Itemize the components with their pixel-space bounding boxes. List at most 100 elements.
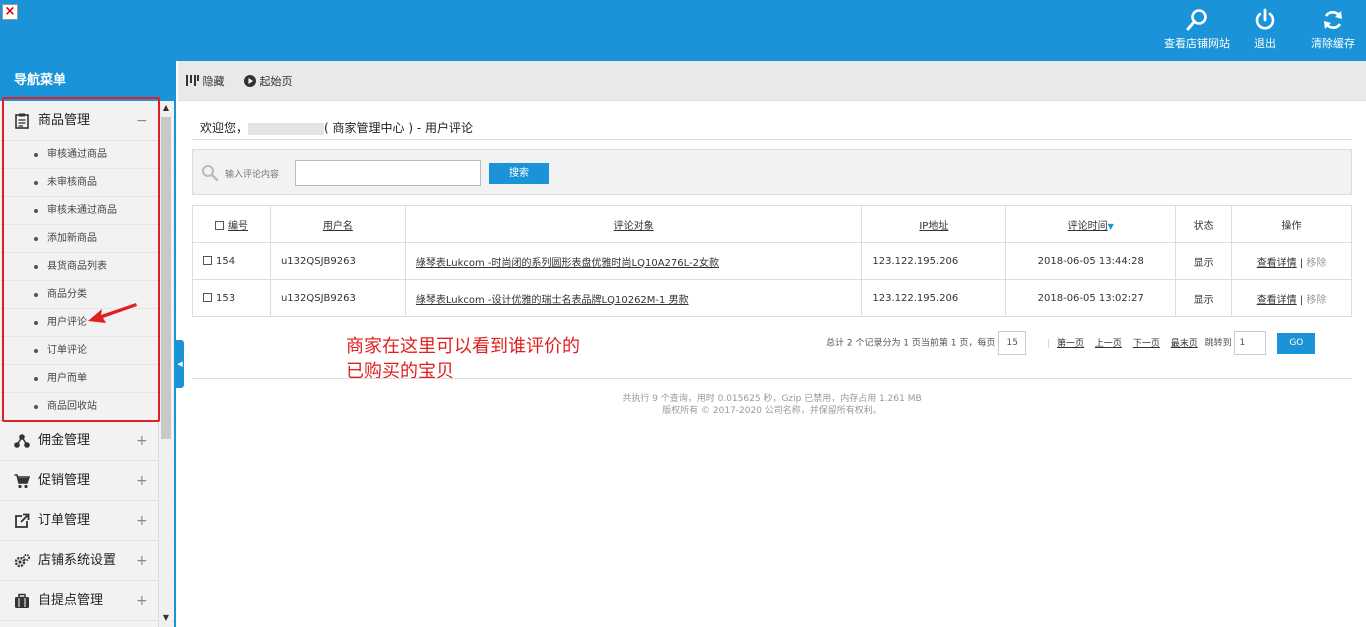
sidebar-group-store-settings[interactable]: 店铺系统设置 + (0, 541, 174, 581)
column-username[interactable]: 用户名 (269, 205, 406, 243)
table-row: 153 u132QSJB9263 綠琴表Lukcom -设计优雅的瑞士名表品牌L… (192, 279, 1352, 317)
expand-toggle[interactable]: + (136, 501, 148, 541)
search-bar: 输入评论内容 搜索 (192, 149, 1352, 195)
expand-toggle[interactable]: + (136, 461, 148, 501)
sidebar-group-orders[interactable]: 订单管理 + (0, 501, 174, 541)
page-jump-input[interactable]: 1 (1234, 331, 1267, 355)
red-arrow-icon (88, 303, 137, 323)
sidebar-group-promotion[interactable]: 促销管理 + (0, 461, 174, 501)
next-page-link[interactable]: 下一页 (1133, 339, 1160, 349)
scroll-up-icon[interactable]: ▲ (161, 103, 171, 115)
sort-desc-icon: ▼ (1107, 221, 1114, 231)
home-page-label: 起始页 (259, 75, 293, 88)
row-time: 2018-06-05 13:02:27 (1005, 279, 1177, 317)
hide-menu-label: 隐藏 (202, 75, 225, 88)
sidebar-item-recycle-bin[interactable]: 商品回收站 (0, 393, 174, 421)
row-username: u132QSJB9263 (269, 242, 406, 280)
row-status: 显示 (1175, 242, 1233, 280)
gears-icon (14, 554, 30, 568)
sidebar-item-unreviewed-goods[interactable]: 未审核商品 (0, 169, 174, 197)
expand-toggle[interactable]: + (136, 421, 148, 461)
footer-stats: 共执行 9 个查询，用时 0.015625 秒，Gzip 已禁用，内存占用 1.… (622, 394, 922, 404)
column-time[interactable]: 评论时间▼ (1005, 205, 1177, 243)
home-page-button[interactable]: 起始页 (244, 73, 293, 89)
row-ip: 123.122.195.206 (861, 242, 1007, 280)
row-target-link[interactable]: 綠琴表Lukcom -设计优雅的瑞士名表品牌LQ10262M-1 男款 (416, 295, 689, 306)
search-icon (202, 165, 219, 182)
scroll-down-icon[interactable]: ▼ (161, 613, 171, 625)
top-header: × 查看店铺网站 退出 清除缓存 (0, 0, 1366, 61)
clipboard-icon (15, 113, 29, 129)
sidebar-group-commission[interactable]: 佣金管理 + (0, 421, 174, 461)
row-target-link[interactable]: 綠琴表Lukcom -时尚闭的系列圆形表盘优雅时尚LQ10A276L-2女款 (416, 258, 719, 269)
column-id[interactable]: 编号 (192, 205, 271, 243)
sidebar-group-goods[interactable]: 商品管理 − (0, 101, 174, 141)
power-icon (1255, 8, 1275, 30)
sidebar-group-label: 商品管理 (38, 113, 91, 128)
search-button[interactable]: 搜索 (489, 163, 549, 184)
go-button[interactable]: GO (1277, 332, 1316, 354)
remove-link[interactable]: 移除 (1306, 258, 1326, 269)
sidebar-item-goods-category[interactable]: 商品分类 (0, 281, 174, 309)
pagination: 总计 2 个记录分为 1 页当前第 1 页，每页 15 | 第一页 上一页 下一… (826, 331, 1316, 355)
broken-image-icon: × (2, 4, 18, 20)
column-ip[interactable]: IP地址 (861, 205, 1007, 243)
row-id: 154 (216, 255, 236, 267)
jump-label: 跳转到 (1204, 338, 1232, 349)
view-store-button[interactable]: 查看店铺网站 (1162, 8, 1232, 51)
row-id: 153 (216, 292, 236, 304)
column-actions: 操作 (1231, 205, 1352, 243)
sidebar-scrollbar[interactable]: ▲ ▼ (158, 101, 172, 627)
expand-toggle[interactable]: + (136, 541, 148, 581)
share-icon (14, 434, 30, 448)
sidebar-item-user-list[interactable]: 用户而单 (0, 365, 174, 393)
divider (192, 139, 1352, 140)
row-username: u132QSJB9263 (269, 279, 406, 317)
sidebar-item-rejected-goods[interactable]: 审核未通过商品 (0, 197, 174, 225)
clear-cache-button[interactable]: 清除缓存 (1298, 8, 1366, 51)
last-page-link[interactable]: 最末页 (1171, 339, 1198, 349)
row-status: 显示 (1175, 279, 1233, 317)
column-status: 状态 (1175, 205, 1233, 243)
view-store-label: 查看店铺网站 (1164, 37, 1230, 50)
toolbar: 隐藏 起始页 (178, 61, 1366, 101)
scrollbar-thumb[interactable] (161, 117, 171, 439)
table-header-row: 编号 用户名 评论对象 IP地址 评论时间▼ 状态 操作 (192, 205, 1352, 243)
select-all-checkbox[interactable] (214, 221, 224, 230)
search-icon (1186, 9, 1207, 31)
hide-menu-button[interactable]: 隐藏 (186, 73, 225, 89)
footer-copyright: 版权所有 © 2017-2020 公司名称，并保留所有权利。 (662, 406, 882, 416)
view-details-link[interactable]: 查看详情 (1257, 295, 1297, 306)
first-page-link[interactable]: 第一页 (1057, 339, 1084, 349)
comment-search-input[interactable] (295, 160, 481, 186)
sidebar-item-approved-goods[interactable]: 审核通过商品 (0, 141, 174, 169)
sidebar-item-stock-goods[interactable]: 县货商品列表 (0, 253, 174, 281)
row-checkbox[interactable] (203, 256, 212, 265)
sidebar-group-label: 自提点管理 (38, 593, 104, 608)
row-checkbox[interactable] (203, 293, 212, 302)
sidebar-item-user-comments[interactable]: 用户评论 (0, 309, 174, 337)
play-circle-icon (244, 75, 256, 87)
row-time: 2018-06-05 13:44:28 (1005, 242, 1177, 280)
welcome-suffix: ( 商家管理中心 ) - 用户评论 (324, 121, 473, 135)
per-page-input[interactable]: 15 (998, 331, 1027, 355)
prev-page-link[interactable]: 上一页 (1095, 339, 1122, 349)
row-ip: 123.122.195.206 (861, 279, 1007, 317)
blurred-username (248, 122, 325, 135)
external-icon (15, 513, 30, 528)
refresh-icon (1324, 11, 1342, 29)
collapse-toggle[interactable]: − (136, 101, 148, 141)
sidebar-group-pickup[interactable]: 自提点管理 + (0, 581, 174, 621)
sidebar-item-add-goods[interactable]: 添加新商品 (0, 225, 174, 253)
columns-icon (186, 75, 199, 86)
remove-link[interactable]: 移除 (1306, 295, 1326, 306)
view-details-link[interactable]: 查看详情 (1257, 258, 1297, 269)
cart-icon (14, 474, 30, 489)
welcome-prefix: 欢迎您， (200, 121, 249, 135)
logout-button[interactable]: 退出 (1230, 8, 1300, 51)
search-label: 输入评论内容 (225, 170, 280, 180)
page-title: 欢迎您， ( 商家管理中心 ) - 用户评论 (200, 119, 473, 136)
expand-toggle[interactable]: + (136, 581, 148, 621)
sidebar-item-order-comments[interactable]: 订单评论 (0, 337, 174, 365)
column-target[interactable]: 评论对象 (404, 205, 863, 243)
